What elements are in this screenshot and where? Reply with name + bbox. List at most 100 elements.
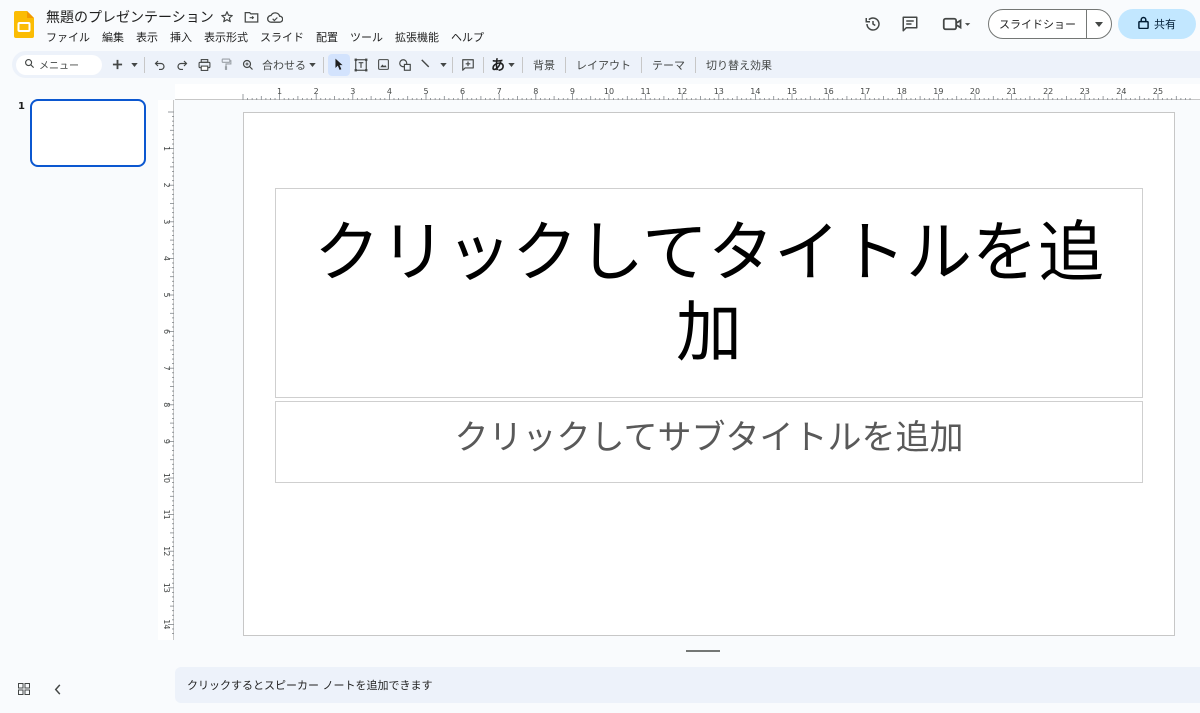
toolbar-separator bbox=[641, 56, 642, 73]
speaker-notes-placeholder: クリックするとスピーカー ノートを追加できます bbox=[187, 679, 433, 692]
grid-view-icon[interactable] bbox=[18, 680, 30, 699]
chevron-left-icon[interactable] bbox=[54, 680, 62, 699]
zoom-icon[interactable] bbox=[237, 54, 259, 76]
ruler-label: 17 bbox=[860, 87, 870, 96]
menu-tools[interactable]: ツール bbox=[344, 29, 389, 45]
toolbar-separator bbox=[695, 56, 696, 73]
menu-format[interactable]: 表示形式 bbox=[198, 29, 254, 45]
theme-button[interactable]: テーマ bbox=[646, 57, 691, 73]
horizontal-ruler[interactable]: 1 2 3 4 5 6 7 8 9 10 11 12 13 14 15 16 17 18 19 20 21 22 23 24 2… bbox=[175, 84, 1200, 100]
share-label: 共有 bbox=[1154, 18, 1176, 31]
ruler-label: 5 bbox=[162, 292, 171, 297]
ruler-label: 9 bbox=[570, 87, 575, 96]
chevron-down-icon[interactable] bbox=[1087, 21, 1111, 27]
line-dropdown[interactable] bbox=[438, 54, 448, 76]
ruler-label: 15 bbox=[787, 87, 797, 96]
toolbar-separator bbox=[144, 56, 145, 73]
ruler-label: 2 bbox=[314, 87, 319, 96]
ruler-label: 7 bbox=[162, 366, 171, 371]
redo-icon[interactable] bbox=[171, 54, 193, 76]
toolbar-separator bbox=[522, 56, 523, 73]
comment-icon[interactable] bbox=[898, 12, 922, 36]
input-tools-button[interactable]: あ bbox=[488, 54, 518, 76]
history-icon[interactable] bbox=[861, 12, 885, 36]
ruler-label: 10 bbox=[604, 87, 614, 96]
toolbar-separator bbox=[323, 56, 324, 73]
menu-bar: ファイル 編集 表示 挿入 表示形式 スライド 配置 ツール 拡張機能 ヘルプ bbox=[40, 29, 490, 45]
ruler-label: 6 bbox=[460, 87, 465, 96]
meet-icon[interactable] bbox=[940, 12, 974, 36]
ruler-label: 19 bbox=[933, 87, 943, 96]
filmstrip: 1 bbox=[0, 88, 170, 648]
toolbar: メニュー 合わせる あ 背景 レイアウト テーマ 切り替え効果 bbox=[12, 51, 1200, 78]
paint-format-icon[interactable] bbox=[215, 54, 237, 76]
ruler-label: 9 bbox=[162, 439, 171, 444]
ruler-label: 10 bbox=[162, 473, 171, 483]
comment-add-icon[interactable] bbox=[457, 54, 479, 76]
share-button[interactable]: 共有 bbox=[1118, 9, 1196, 39]
toolbar-separator bbox=[483, 56, 484, 73]
menu-insert[interactable]: 挿入 bbox=[164, 29, 198, 45]
slideshow-button[interactable]: スライドショー bbox=[988, 9, 1112, 39]
image-icon[interactable] bbox=[372, 54, 394, 76]
ruler-label: 6 bbox=[162, 329, 171, 334]
ruler-label: 24 bbox=[1116, 87, 1126, 96]
folder-move-icon[interactable] bbox=[242, 8, 260, 26]
ruler-label: 22 bbox=[1043, 87, 1053, 96]
ruler-label: 1 bbox=[162, 146, 171, 151]
menu-edit[interactable]: 編集 bbox=[96, 29, 130, 45]
menu-search[interactable]: メニュー bbox=[16, 54, 102, 75]
menu-view[interactable]: 表示 bbox=[130, 29, 164, 45]
new-slide-button[interactable] bbox=[106, 54, 128, 76]
ruler-label: 12 bbox=[162, 546, 171, 556]
menu-file[interactable]: ファイル bbox=[40, 29, 96, 45]
document-title[interactable]: 無題のプレゼンテーション bbox=[46, 7, 214, 27]
ruler-label: 23 bbox=[1080, 87, 1090, 96]
ruler-label: 11 bbox=[162, 510, 171, 520]
menu-slide[interactable]: スライド bbox=[254, 29, 310, 45]
ruler-label: 25 bbox=[1153, 87, 1163, 96]
undo-icon[interactable] bbox=[149, 54, 171, 76]
print-icon[interactable] bbox=[193, 54, 215, 76]
menu-arrange[interactable]: 配置 bbox=[310, 29, 344, 45]
zoom-select[interactable]: 合わせる bbox=[259, 54, 319, 76]
subtitle-placeholder[interactable]: クリックしてサブタイトルを追加 bbox=[275, 401, 1143, 483]
chevron-down-icon bbox=[508, 62, 515, 67]
ruler-label: 8 bbox=[162, 402, 171, 407]
ruler-label: 11 bbox=[641, 87, 651, 96]
cloud-saved-icon[interactable] bbox=[266, 8, 284, 26]
background-button[interactable]: 背景 bbox=[527, 57, 561, 73]
select-icon[interactable] bbox=[328, 53, 350, 76]
shape-icon[interactable] bbox=[394, 54, 416, 76]
input-tools-label: あ bbox=[491, 57, 505, 74]
ruler-label: 3 bbox=[350, 87, 355, 96]
notes-resize-handle[interactable] bbox=[686, 650, 720, 652]
menu-help[interactable]: ヘルプ bbox=[445, 29, 490, 45]
slideshow-start[interactable]: スライドショー bbox=[989, 10, 1087, 38]
textbox-icon[interactable] bbox=[350, 54, 372, 76]
ruler-label: 3 bbox=[162, 219, 171, 224]
ruler-label: 5 bbox=[423, 87, 428, 96]
toolbar-separator bbox=[452, 56, 453, 73]
transition-button[interactable]: 切り替え効果 bbox=[700, 57, 778, 73]
subtitle-placeholder-text: クリックしてサブタイトルを追加 bbox=[454, 418, 964, 458]
title-placeholder[interactable]: クリックしてタイトルを追加 bbox=[275, 188, 1143, 398]
ruler-label: 7 bbox=[497, 87, 502, 96]
toolbar-separator bbox=[565, 56, 566, 73]
search-icon bbox=[24, 58, 35, 72]
ruler-label: 13 bbox=[714, 87, 724, 96]
slide-thumbnail[interactable] bbox=[30, 99, 146, 167]
ruler-label: 21 bbox=[1007, 87, 1017, 96]
speaker-notes[interactable]: クリックするとスピーカー ノートを追加できます bbox=[175, 667, 1200, 703]
ruler-label: 14 bbox=[162, 619, 171, 629]
chevron-down-icon bbox=[309, 62, 316, 67]
layout-button[interactable]: レイアウト bbox=[570, 57, 637, 73]
ruler-label: 1 bbox=[277, 87, 282, 96]
vertical-ruler[interactable]: 1 2 3 4 5 6 7 8 9 10 11 12 13 14 bbox=[158, 100, 174, 640]
menu-search-label: メニュー bbox=[39, 61, 79, 72]
new-slide-dropdown[interactable] bbox=[128, 54, 140, 76]
menu-extensions[interactable]: 拡張機能 bbox=[389, 29, 445, 45]
slides-logo-icon[interactable] bbox=[14, 11, 34, 38]
line-icon[interactable] bbox=[416, 54, 438, 76]
star-icon[interactable] bbox=[218, 8, 236, 26]
